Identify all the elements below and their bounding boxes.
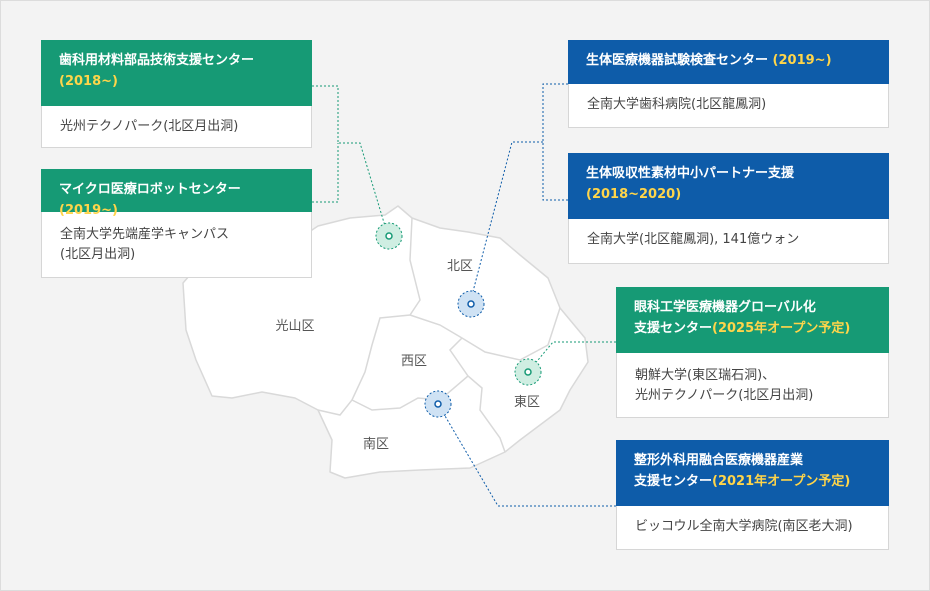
card-test-title: 生体医療機器試験検査センター xyxy=(586,53,769,68)
card-robot-body: 全南大学先端産学キャンパス (北区月出洞) xyxy=(41,212,312,278)
district-label-gwangsan: 光山区 xyxy=(275,319,315,334)
card-ophthalmic-address-line2: 光州テクノパーク(北区月出洞) xyxy=(635,388,814,403)
card-orthopedic[interactable]: 整形外科用融合医療機器産業 支援センター(2021年オープン予定) ビッコウル全… xyxy=(616,440,889,550)
card-dental-header: 歯科用材料部品技術支援センター (2018~) xyxy=(41,40,312,106)
card-ophthalmic-header: 眼科工学医療機器グローバル化 支援センター(2025年オープン予定) xyxy=(616,287,889,353)
card-bioabsorb-title: 生体吸収性素材中小パートナー支援 xyxy=(586,166,795,181)
card-robot-year: (2019~) xyxy=(59,203,118,218)
card-orthopedic-title-line1: 整形外科用融合医療機器産業 xyxy=(634,453,804,468)
card-ophthalmic[interactable]: 眼科工学医療機器グローバル化 支援センター(2025年オープン予定) 朝鮮大学(… xyxy=(616,287,889,418)
card-ophthalmic-year: (2025年オープン予定) xyxy=(712,321,851,336)
card-ophthalmic-title-line2: 支援センター xyxy=(634,321,713,336)
card-orthopedic-header: 整形外科用融合医療機器産業 支援センター(2021年オープン予定) xyxy=(616,440,889,506)
marker-bioabsorb[interactable] xyxy=(457,290,485,318)
district-label-seo: 西区 xyxy=(400,354,428,369)
card-robot-header: マイクロ医療ロボットセンター (2019~) xyxy=(41,169,312,218)
card-robot-title: マイクロ医療ロボットセンター xyxy=(59,182,241,197)
card-orthopedic-body: ビッコウル全南大学病院(南区老大洞) xyxy=(616,506,889,550)
district-label-dong: 東区 xyxy=(513,395,541,410)
card-dental[interactable]: 歯科用材料部品技術支援センター (2018~) 光州テクノパーク(北区月出洞) xyxy=(41,40,312,148)
card-ophthalmic-body: 朝鮮大学(東区瑞石洞)、 光州テクノパーク(北区月出洞) xyxy=(616,353,889,418)
card-bioabsorb-address: 全南大学(北区龍鳳洞), 141億ウォン xyxy=(587,232,800,247)
connector-dental xyxy=(312,85,389,237)
card-bioabsorb-year: (2018~2020) xyxy=(586,187,682,202)
card-bioabsorb-body: 全南大学(北区龍鳳洞), 141億ウォン xyxy=(568,219,889,264)
card-test-body: 全南大学歯科病院(北区龍鳳洞) xyxy=(568,84,889,128)
card-test-header: 生体医療機器試験検査センター (2019~) xyxy=(568,40,889,84)
card-orthopedic-title-line2: 支援センター xyxy=(634,474,713,489)
district-label-nam: 南区 xyxy=(362,437,390,452)
marker-ophthalmic[interactable] xyxy=(514,358,542,386)
card-orthopedic-address: ビッコウル全南大学病院(南区老大洞) xyxy=(635,519,853,534)
marker-orthopedic[interactable] xyxy=(424,390,452,418)
card-bioabsorb[interactable]: 生体吸収性素材中小パートナー支援 (2018~2020) 全南大学(北区龍鳳洞)… xyxy=(568,153,889,264)
marker-robot[interactable] xyxy=(375,222,403,250)
card-dental-title: 歯科用材料部品技術支援センター xyxy=(59,53,255,68)
card-robot-address-line1: 全南大学先端産学キャンパス xyxy=(60,227,230,242)
card-ophthalmic-title-line1: 眼科工学医療機器グローバル化 xyxy=(634,300,816,315)
card-test[interactable]: 生体医療機器試験検査センター (2019~) 全南大学歯科病院(北区龍鳳洞) xyxy=(568,40,889,128)
card-dental-body: 光州テクノパーク(北区月出洞) xyxy=(41,106,312,148)
card-test-year: (2019~) xyxy=(772,53,832,68)
card-robot-address-line2: (北区月出洞) xyxy=(60,247,136,262)
card-orthopedic-year: (2021年オープン予定) xyxy=(712,474,851,489)
card-ophthalmic-address-line1: 朝鮮大学(東区瑞石洞)、 xyxy=(635,368,776,383)
connector-robot xyxy=(312,143,339,203)
connector-test xyxy=(542,83,568,201)
card-dental-year: (2018~) xyxy=(59,74,118,89)
district-label-buk: 北区 xyxy=(446,259,474,274)
card-test-address: 全南大学歯科病院(北区龍鳳洞) xyxy=(587,97,767,112)
card-bioabsorb-header: 生体吸収性素材中小パートナー支援 (2018~2020) xyxy=(568,153,889,219)
card-dental-address: 光州テクノパーク(北区月出洞) xyxy=(60,119,239,134)
card-robot[interactable]: マイクロ医療ロボットセンター (2019~) 全南大学先端産学キャンパス (北区月… xyxy=(41,169,312,278)
